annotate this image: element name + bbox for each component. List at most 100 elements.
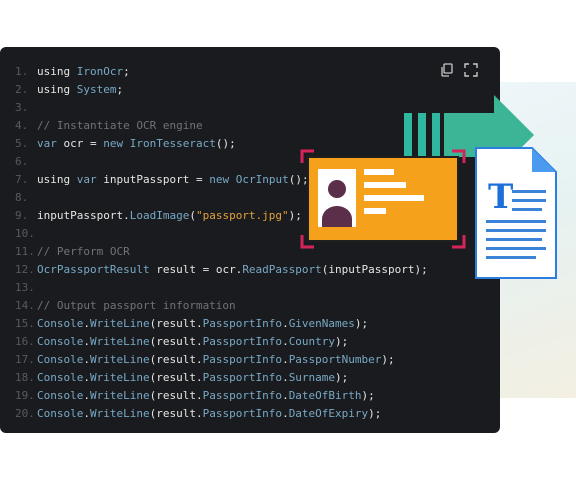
code-line: 16. Console.WriteLine(result.PassportInfo… <box>0 332 500 350</box>
code-text: // Output passport information <box>37 299 236 312</box>
code-token: WriteLine <box>89 406 150 420</box>
code-token: LoadImage <box>129 208 190 222</box>
line-number: 14. <box>15 298 35 312</box>
code-token: OcrPassportResult <box>37 262 150 276</box>
code-token: WriteLine <box>89 316 150 330</box>
code-token: WriteLine <box>89 352 150 366</box>
code-token: (); <box>215 136 236 150</box>
code-token: (result. <box>149 388 203 402</box>
code-token: . <box>282 370 289 384</box>
code-token: DateOfExpiry <box>288 406 369 420</box>
code-token: new <box>209 172 230 186</box>
code-token: (result. <box>149 334 203 348</box>
code-text: Console.WriteLine(result.PassportInfo.Da… <box>37 389 375 402</box>
code-line: 12. OcrPassportResult result = ocr.ReadPa… <box>0 260 500 278</box>
code-text: Console.WriteLine(result.PassportInfo.Gi… <box>37 317 368 330</box>
code-token: ); <box>368 406 382 420</box>
code-token: . <box>83 370 90 384</box>
code-token: ); <box>354 316 369 330</box>
code-token: WriteLine <box>89 334 150 348</box>
line-number: 8. <box>15 190 29 204</box>
line-number: 12. <box>15 262 35 276</box>
code-text: using var inputPassport = new OcrInput()… <box>37 173 309 186</box>
code-token: Console <box>37 406 84 420</box>
code-token: using <box>37 172 77 186</box>
line-number: 6. <box>15 154 29 168</box>
code-token: var <box>37 136 57 150</box>
code-token: ReadPassport <box>242 262 322 276</box>
code-text: Console.WriteLine(result.PassportInfo.Pa… <box>37 353 395 366</box>
code-line: 13. <box>0 278 500 296</box>
code-token: . <box>282 352 289 366</box>
line-number: 7. <box>15 172 29 186</box>
code-token: // Perform OCR <box>37 244 130 258</box>
code-token: PassportInfo <box>202 352 283 366</box>
code-token: . <box>83 352 90 366</box>
code-token: (result. <box>149 370 203 384</box>
code-token: ); <box>381 352 395 366</box>
line-number: 17. <box>15 352 35 366</box>
line-number: 15. <box>15 316 35 330</box>
code-token: System <box>76 82 117 96</box>
code-token: PassportInfo <box>202 370 283 384</box>
code-token: new <box>103 136 124 150</box>
code-token: using <box>37 82 77 96</box>
code-token: ); <box>335 334 349 348</box>
line-number: 20. <box>15 406 35 420</box>
code-token: . <box>83 406 90 420</box>
code-token: ); <box>335 370 349 384</box>
code-token: . <box>282 388 289 402</box>
code-token: Console <box>37 334 84 348</box>
code-token: Console <box>37 316 84 330</box>
code-line: 1. using IronOcr; <box>0 62 500 80</box>
code-token: OcrInput <box>235 172 289 186</box>
code-token: (inputPassport); <box>321 262 428 276</box>
code-token: PassportInfo <box>202 388 283 402</box>
code-token: . <box>282 406 289 420</box>
code-token: ; <box>123 64 130 78</box>
code-token: inputPassport. <box>37 208 130 222</box>
code-token: Country <box>288 334 336 348</box>
code-text: // Perform OCR <box>37 245 130 258</box>
code-token: using <box>37 64 77 78</box>
line-number: 11. <box>15 244 35 258</box>
code-token: Console <box>37 388 84 402</box>
code-line: 20. Console.WriteLine(result.PassportInfo… <box>0 404 500 422</box>
code-text: OcrPassportResult result = ocr.ReadPassp… <box>37 263 428 276</box>
code-text: Console.WriteLine(result.PassportInfo.Su… <box>37 371 348 384</box>
line-number: 19. <box>15 388 35 402</box>
code-token: ; <box>116 82 124 96</box>
code-token: PassportNumber <box>288 352 382 366</box>
svg-text:T: T <box>488 177 513 217</box>
line-number: 1. <box>15 64 29 78</box>
code-text: var ocr = new IronTesseract(); <box>37 137 236 150</box>
code-token: ocr = <box>56 136 104 150</box>
code-token: (result. <box>149 352 203 366</box>
line-number: 18. <box>15 370 35 384</box>
line-number: 13. <box>15 280 35 294</box>
code-token: ); <box>361 388 375 402</box>
code-text: // Instantiate OCR engine <box>37 119 203 132</box>
code-token: Console <box>37 370 84 384</box>
code-token: . <box>83 334 90 348</box>
code-line: 14.// Output passport information <box>0 296 500 314</box>
text-document-icon: T <box>475 147 557 279</box>
code-line: 18. Console.WriteLine(result.PassportInfo… <box>0 368 500 386</box>
code-token: result = ocr. <box>149 262 243 276</box>
line-number: 2. <box>15 82 29 96</box>
code-token: // Instantiate OCR engine <box>37 118 203 132</box>
line-number: 3. <box>15 100 29 114</box>
code-token: inputPassport = <box>96 172 210 186</box>
id-card-icon <box>300 149 466 249</box>
code-line: 17. Console.WriteLine(result.PassportInfo… <box>0 350 500 368</box>
code-token: WriteLine <box>89 370 150 384</box>
code-token: . <box>282 316 289 330</box>
code-token: Console <box>37 352 84 366</box>
code-text: using System; <box>37 83 123 96</box>
code-token: // Output passport information <box>37 298 236 312</box>
code-text: Console.WriteLine(result.PassportInfo.Co… <box>37 335 348 348</box>
code-line: 15. Console.WriteLine(result.PassportInfo… <box>0 314 500 332</box>
code-token: (result. <box>149 406 203 420</box>
